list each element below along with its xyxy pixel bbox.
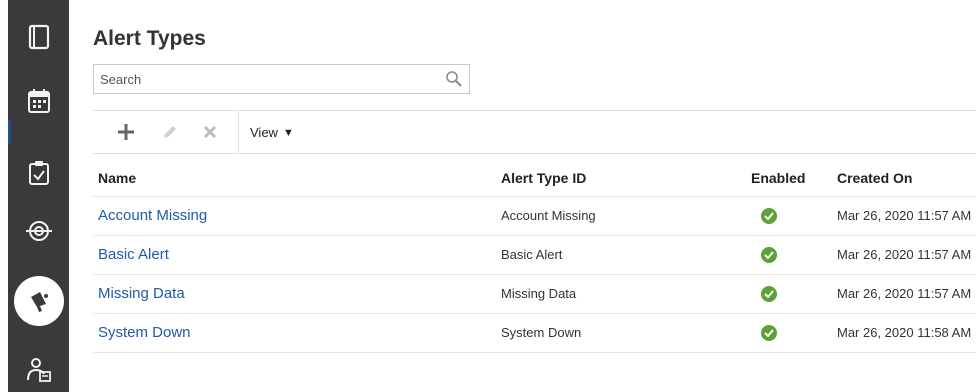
delete-button[interactable] — [199, 121, 221, 143]
calendar-icon — [27, 89, 50, 113]
toolbar: View ▼ — [93, 110, 976, 154]
rail-item-alerts[interactable] — [8, 272, 69, 330]
enabled-check-icon — [761, 246, 777, 263]
alert-name-link[interactable]: System Down — [98, 324, 191, 341]
name-cell: Basic Alert — [93, 235, 501, 275]
alert-type-id-cell: Missing Data — [501, 274, 741, 314]
caret-down-icon: ▼ — [282, 126, 294, 139]
user-report-icon — [26, 358, 51, 382]
alert-name-link[interactable]: Basic Alert — [98, 246, 169, 263]
table-row[interactable]: Basic Alert Basic Alert Mar 26, 2020 11:… — [93, 235, 976, 275]
add-button[interactable] — [115, 121, 137, 143]
rail-item-user-report[interactable] — [8, 340, 69, 392]
enabled-cell — [741, 313, 827, 353]
table-header-row: Name Alert Type ID Enabled Created On — [93, 160, 976, 197]
main-content: Alert Types Search View ▼ Name Alert Typ… — [69, 0, 976, 392]
alert-type-id-cell: Basic Alert — [501, 235, 741, 275]
enabled-cell — [741, 235, 827, 275]
enabled-cell — [741, 274, 827, 314]
alert-name-link[interactable]: Account Missing — [98, 207, 207, 224]
table-row[interactable]: Missing Data Missing Data Mar 26, 2020 1… — [93, 274, 976, 314]
search-icon[interactable] — [445, 70, 463, 93]
rail-edge — [0, 0, 8, 392]
plus-icon — [118, 124, 134, 140]
column-header-created-on[interactable]: Created On — [827, 160, 976, 197]
edit-button[interactable] — [159, 121, 181, 143]
rail-item-calendar[interactable] — [8, 72, 69, 130]
search-input[interactable] — [94, 65, 434, 93]
rail-item-clipboard[interactable] — [8, 144, 69, 202]
rail-item-target[interactable] — [8, 202, 69, 260]
alert-types-table: Name Alert Type ID Enabled Created On Ac… — [93, 160, 976, 353]
nav-rail — [0, 0, 69, 392]
pencil-icon — [164, 126, 176, 138]
search-box[interactable] — [93, 64, 470, 94]
x-icon — [203, 125, 217, 139]
created-on-cell: Mar 26, 2020 11:57 AM — [827, 235, 976, 275]
created-on-cell: Mar 26, 2020 11:57 AM — [827, 274, 976, 314]
enabled-check-icon — [761, 285, 777, 302]
view-menu[interactable]: View ▼ — [250, 125, 294, 140]
target-icon — [25, 221, 52, 241]
app-frame: Alert Types Search View ▼ Name Alert Typ… — [0, 0, 976, 392]
alert-name-link[interactable]: Missing Data — [98, 285, 185, 302]
rail-item-book[interactable] — [8, 8, 69, 66]
name-cell: Missing Data — [93, 274, 501, 314]
alert-type-id-cell: Account Missing — [501, 196, 741, 236]
column-header-name[interactable]: Name — [93, 160, 501, 197]
created-on-cell: Mar 26, 2020 11:58 AM — [827, 313, 976, 353]
alert-type-id-cell: System Down — [501, 313, 741, 353]
view-menu-label: View — [250, 125, 278, 140]
table-row[interactable]: System Down System Down Mar 26, 2020 11:… — [93, 313, 976, 353]
enabled-cell — [741, 196, 827, 236]
column-header-alert-type-id[interactable]: Alert Type ID — [501, 160, 741, 197]
created-on-cell: Mar 26, 2020 11:57 AM — [827, 196, 976, 236]
enabled-check-icon — [761, 207, 777, 224]
column-header-enabled[interactable]: Enabled — [741, 160, 827, 197]
page-title: Alert Types — [93, 27, 206, 50]
active-item-bubble — [13, 276, 64, 326]
table-row[interactable]: Account Missing Account Missing Mar 26, … — [93, 196, 976, 236]
toolbar-separator — [238, 111, 239, 154]
name-cell: System Down — [93, 313, 501, 353]
megaphone-icon — [30, 292, 48, 312]
clipboard-check-icon — [28, 161, 49, 185]
name-cell: Account Missing — [93, 196, 501, 236]
book-icon — [28, 24, 49, 50]
enabled-check-icon — [761, 324, 777, 341]
